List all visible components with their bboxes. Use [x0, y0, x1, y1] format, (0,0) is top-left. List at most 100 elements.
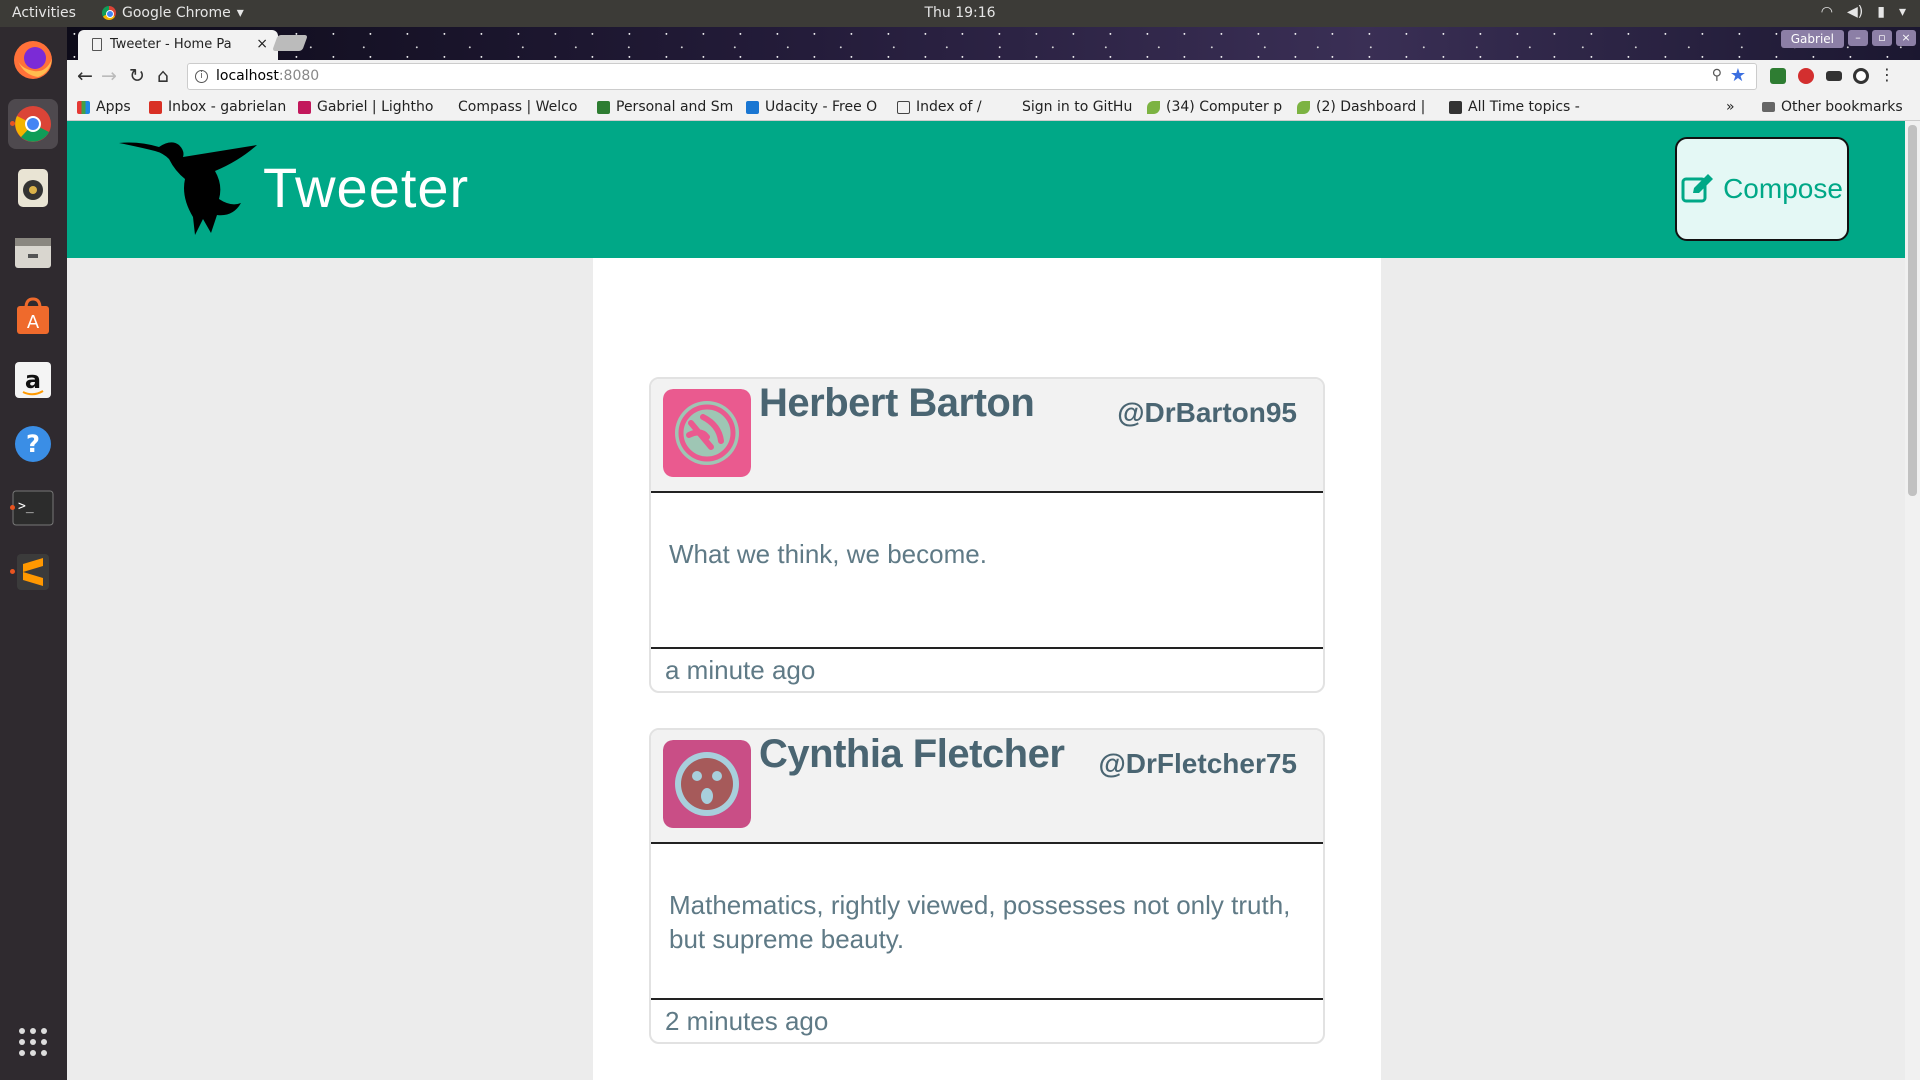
chrome-menu-icon[interactable]: ⋮: [1879, 65, 1895, 84]
new-tab-button[interactable]: [272, 35, 308, 51]
amazon-icon: a: [15, 362, 51, 398]
user-avatar[interactable]: [663, 740, 751, 828]
dock-terminal[interactable]: >_: [8, 483, 58, 533]
file-cabinet-icon: [15, 238, 51, 268]
bookmark-item[interactable]: All Time topics -: [1449, 99, 1580, 115]
bookmark-item[interactable]: Apps: [77, 99, 131, 115]
close-tab-button[interactable]: ×: [256, 36, 268, 52]
home-button[interactable]: ⌂: [157, 65, 169, 87]
tab-strip: Tweeter - Home Pa × Gabriel – ▫ ×: [67, 27, 1920, 60]
bookmark-item[interactable]: Personal and Sm: [597, 99, 733, 115]
sublime-text-icon: [17, 554, 49, 590]
tweet-author-name: Herbert Barton: [759, 381, 1035, 425]
td-bank-icon: [597, 100, 610, 114]
more-bookmarks-button[interactable]: »: [1726, 99, 1735, 115]
bookmark-label: Gabriel | Lightho: [317, 99, 434, 115]
address-bar[interactable]: i localhost:8080 ⚲ ★: [187, 63, 1757, 90]
extension-cast-icon[interactable]: [1826, 71, 1842, 81]
leaf-icon: [1297, 100, 1310, 114]
zoom-icon[interactable]: ⚲: [1712, 67, 1722, 83]
tweet-timestamp: a minute ago: [665, 655, 816, 685]
dock: A a ? >_: [0, 27, 67, 1080]
github-icon: [1003, 101, 1016, 114]
lighthouse-icon: [298, 100, 311, 114]
battery-icon: ▮: [1877, 4, 1885, 20]
tweet-timestamp: 2 minutes ago: [665, 1006, 829, 1036]
tweet-author-handle: @DrBarton95: [1117, 397, 1297, 428]
tweet-author-handle: @DrFletcher75: [1098, 748, 1298, 779]
page-scrollbar[interactable]: [1905, 121, 1920, 1080]
help-icon: ?: [15, 426, 51, 462]
folder-icon: [1762, 102, 1775, 112]
bookmark-item[interactable]: Gabriel | Lightho: [298, 99, 433, 115]
extension-lastpass-icon[interactable]: [1798, 68, 1814, 84]
dock-sublime[interactable]: [8, 547, 58, 597]
svg-text:?: ?: [26, 430, 40, 458]
tweet-card: Herbert Barton @DrBarton95 What we think…: [649, 377, 1325, 693]
brand-title[interactable]: Tweeter: [263, 155, 469, 220]
document-icon: [92, 38, 102, 51]
compose-label: Compose: [1723, 173, 1843, 204]
other-bookmarks-folder[interactable]: Other bookmarks: [1762, 99, 1903, 115]
dock-software[interactable]: A: [8, 291, 58, 341]
reload-button[interactable]: ↻: [129, 65, 145, 87]
browser-toolbar: ← → ↻ ⌂ i localhost:8080 ⚲ ★ ⋮: [67, 60, 1920, 94]
extension-evernote-icon[interactable]: [1770, 68, 1786, 84]
extension-github-icon[interactable]: [1853, 68, 1869, 84]
wifi-icon: ◠: [1820, 4, 1834, 20]
bookmark-item[interactable]: Inbox - gabrielan: [149, 99, 286, 115]
tab-title: Tweeter - Home Pa: [110, 37, 232, 52]
bookmark-item[interactable]: (34) Computer p: [1147, 99, 1282, 115]
compose-button[interactable]: Compose: [1675, 137, 1849, 241]
svg-text:>_: >_: [18, 499, 34, 514]
dock-amazon[interactable]: a: [8, 355, 58, 405]
dock-help[interactable]: ?: [8, 419, 58, 469]
bookmark-item[interactable]: (2) Dashboard |: [1297, 99, 1425, 115]
info-icon: [1449, 100, 1462, 114]
udacity-icon: [746, 100, 759, 114]
forward-button[interactable]: →: [101, 65, 117, 87]
dock-chrome[interactable]: [8, 99, 58, 149]
close-window-button[interactable]: ×: [1896, 30, 1916, 46]
scrollbar-thumb[interactable]: [1908, 125, 1917, 496]
user-avatar[interactable]: [663, 389, 751, 477]
site-info-icon[interactable]: i: [195, 70, 208, 83]
bookmark-item[interactable]: Sign in to GitHu: [1003, 99, 1132, 115]
dock-firefox[interactable]: [8, 35, 58, 85]
clock[interactable]: Thu 19:16: [0, 5, 1920, 21]
speaker-icon: [18, 169, 48, 207]
shopping-bag-icon: A: [17, 297, 49, 334]
tweet-author-name: Cynthia Fletcher: [759, 732, 1065, 776]
volume-icon: ◀): [1847, 4, 1864, 20]
bookmark-item[interactable]: Compass | Welco: [439, 99, 577, 115]
leaf-icon: [1147, 100, 1160, 114]
bookmark-label: Sign in to GitHu: [1022, 99, 1133, 115]
tweet-text: Mathematics, rightly viewed, possesses n…: [651, 844, 1323, 1000]
bookmark-item[interactable]: Index of /: [897, 99, 982, 115]
dock-files[interactable]: [8, 227, 58, 277]
bookmark-label: Compass | Welco: [458, 99, 578, 115]
gmail-icon: [149, 100, 162, 114]
terminal-icon: >_: [12, 490, 54, 526]
bookmark-item[interactable]: Udacity - Free O: [746, 99, 877, 115]
maximize-button[interactable]: ▫: [1872, 30, 1892, 46]
file-icon: [897, 100, 910, 114]
url-host: localhost: [216, 68, 279, 84]
profile-button[interactable]: Gabriel: [1780, 30, 1844, 48]
bookmark-star-icon[interactable]: ★: [1730, 65, 1746, 86]
back-button[interactable]: ←: [77, 65, 93, 87]
system-tray[interactable]: ◠ ◀) ▮ ▾: [1821, 4, 1906, 20]
page-viewport: Tweeter Compose Herbert Barton @DrBarton…: [67, 121, 1905, 1080]
running-indicator: [10, 121, 15, 126]
dock-rhythmbox[interactable]: [8, 163, 58, 213]
minimize-button[interactable]: –: [1848, 30, 1868, 46]
bookmark-label: (2) Dashboard |: [1316, 99, 1426, 115]
show-applications-button[interactable]: [8, 1017, 58, 1067]
bookmark-label: Apps: [96, 99, 131, 115]
tab-tweeter[interactable]: Tweeter - Home Pa ×: [78, 30, 278, 60]
other-bookmarks-label: Other bookmarks: [1781, 99, 1903, 115]
tweet-text: What we think, we become.: [651, 493, 1323, 649]
apps-grid-icon: [77, 100, 90, 114]
bookmarks-bar: Apps Inbox - gabrielan Gabriel | Lightho…: [67, 94, 1920, 121]
firefox-icon: [14, 41, 52, 79]
